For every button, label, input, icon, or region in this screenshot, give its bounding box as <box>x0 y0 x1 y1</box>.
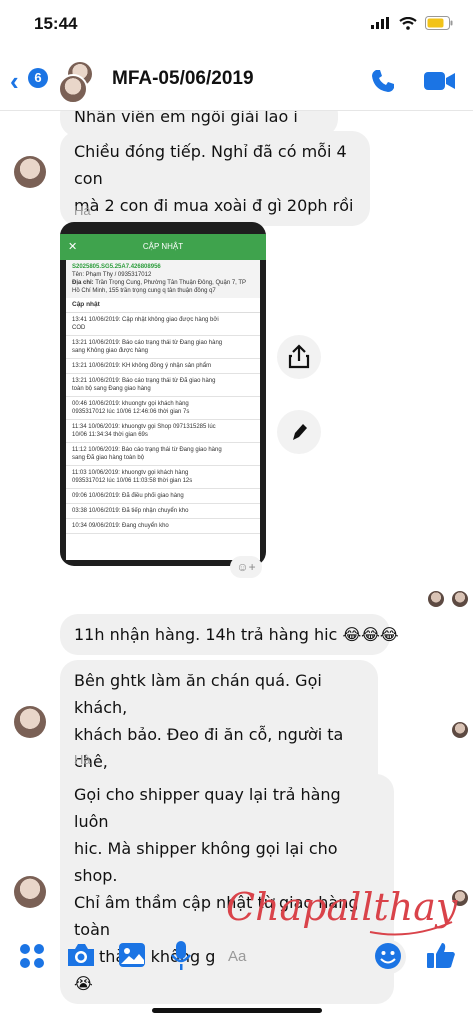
status-time: 15:44 <box>34 14 78 33</box>
sender-name: Hà <box>74 203 91 218</box>
conversation-title[interactable]: MFA-05/06/2019 <box>112 68 254 90</box>
address-line: Địa chỉ: Trần Trọng Cung, Phường Tân Thu… <box>72 280 246 294</box>
update-row: 11:03 10/06/2019: khuongtv gọi khách hàn… <box>66 466 260 489</box>
update-row: 03:38 10/06/2019: Đã tiếp nhận chuyển kh… <box>66 504 260 519</box>
battery-icon <box>425 16 453 30</box>
emoji-icon[interactable] <box>374 942 402 970</box>
signal-icon <box>371 17 389 29</box>
unread-badge: 6 <box>28 68 48 88</box>
order-info: S2025805.SG5.25A7.426808956 Tên: Phạm Th… <box>66 260 260 298</box>
update-row: 13:21 10/06/2019: Báo cáo trạng thái từ … <box>66 374 260 397</box>
camera-icon[interactable] <box>66 942 96 968</box>
customer-line: Tên: Phạm Thy / 0935317012 <box>72 272 152 278</box>
update-row: 00:46 10/06/2019: khuongtv gọi khách hàn… <box>66 397 260 420</box>
card-header: ✕ CẬP NHẬT <box>60 234 266 260</box>
chat-header: ‹ 6 MFA-05/06/2019 <box>0 48 473 111</box>
update-row: 13:21 10/06/2019: KH không đồng ý nhận s… <box>66 359 260 374</box>
microphone-icon[interactable] <box>170 940 192 972</box>
share-icon <box>288 344 310 369</box>
call-icon[interactable] <box>370 68 396 94</box>
update-row: 10:34 09/06/2019: Đang chuyển kho <box>66 519 260 534</box>
read-receipt-avatar <box>428 591 444 607</box>
wifi-icon <box>399 16 417 30</box>
video-call-icon[interactable] <box>424 70 456 92</box>
read-receipt-avatar <box>452 591 468 607</box>
status-icons <box>371 16 453 30</box>
message-bubble[interactable]: 11h nhận hàng. 14h trả hàng hic 😂😂😂 <box>60 614 399 655</box>
update-row: 13:21 10/06/2019: Báo cáo trạng thái từ … <box>66 336 260 359</box>
update-row: 09:06 10/06/2019: Đã điều phối giao hàng <box>66 489 260 504</box>
message-bubble[interactable]: Chiều đóng tiếp. Nghỉ đã có mỗi 4 con mà… <box>60 131 370 226</box>
home-indicator <box>152 1008 322 1013</box>
thumbs-up-icon[interactable] <box>426 940 456 970</box>
add-reaction-button[interactable]: ☺+ <box>230 556 262 578</box>
photo-icon[interactable] <box>118 942 146 968</box>
group-avatar[interactable] <box>58 60 98 104</box>
update-row: 11:34 10/06/2019: khuongtv gọi Shop 0971… <box>66 420 260 443</box>
share-button[interactable] <box>277 335 321 379</box>
screenshot-image[interactable]: ✕ CẬP NHẬT S2025805.SG5.25A7.426808956 T… <box>60 222 266 566</box>
svg-text:Chapallthay: Chapallthay <box>226 885 458 929</box>
avatar[interactable] <box>14 876 46 908</box>
edit-button[interactable] <box>277 410 321 454</box>
avatar[interactable] <box>14 706 46 738</box>
close-icon: ✕ <box>68 241 78 253</box>
sender-name: Hà <box>74 752 91 767</box>
update-row: 13:41 10/06/2019: Cập nhật không giao đư… <box>66 313 260 336</box>
back-button[interactable]: ‹ <box>10 66 19 97</box>
more-apps-icon[interactable] <box>18 942 46 970</box>
read-receipt-avatar <box>452 722 468 738</box>
update-row: 11:12 10/06/2019: Báo cáo trạng thái từ … <box>66 443 260 466</box>
card-title: CẬP NHẬT <box>142 242 184 251</box>
card-body: S2025805.SG5.25A7.426808956 Tên: Phạm Th… <box>66 260 260 560</box>
order-code: S2025805.SG5.25A7.426808956 <box>72 264 161 270</box>
pencil-icon <box>293 424 307 440</box>
avatar[interactable] <box>14 156 46 188</box>
composer-bar: Aa <box>0 928 473 988</box>
updates-heading: Cập nhật <box>66 298 260 313</box>
